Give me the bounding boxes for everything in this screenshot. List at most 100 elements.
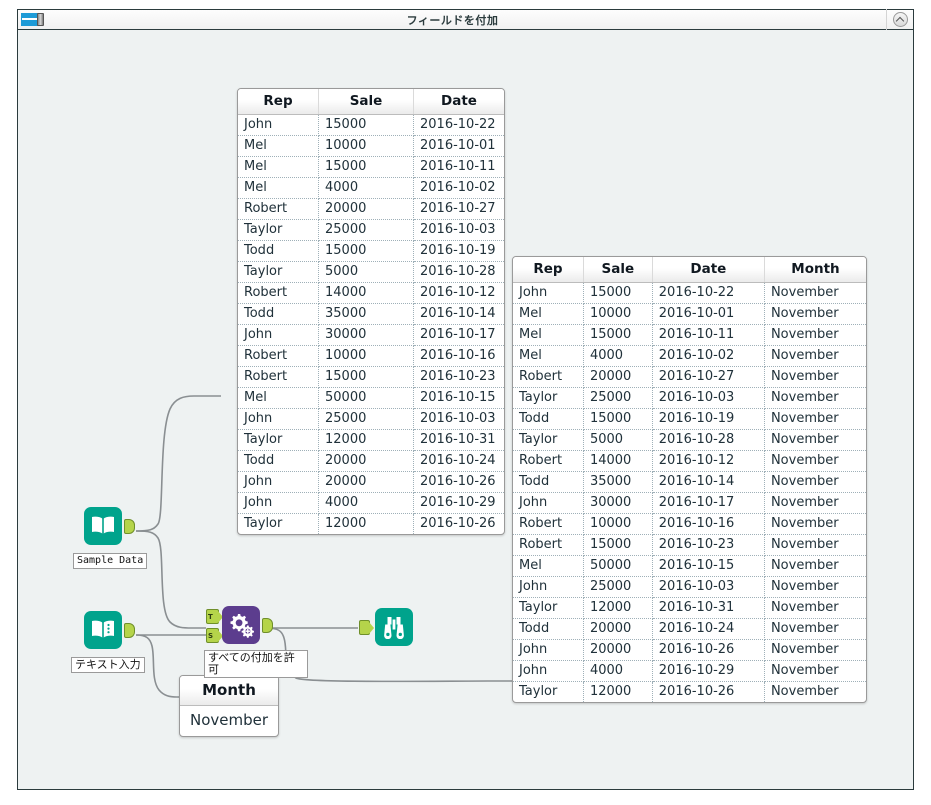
table-row[interactable]: Robert 10000 2016-10-16 November [513, 513, 866, 535]
column-header[interactable]: Rep [513, 257, 584, 283]
input-anchor-source[interactable]: S [206, 628, 223, 643]
table-row[interactable]: Mel 50000 2016-10-15 [238, 387, 504, 409]
table-cell: 25000 [318, 408, 414, 430]
table-cell: 25000 [318, 219, 414, 241]
table-cell: November [764, 534, 866, 556]
table-row[interactable]: John 4000 2016-10-29 [238, 492, 504, 514]
table-row[interactable]: Todd 20000 2016-10-24 November [513, 618, 866, 640]
table-row[interactable]: Taylor 25000 2016-10-03 [238, 219, 504, 241]
table-row[interactable]: Todd 20000 2016-10-24 [238, 450, 504, 472]
table-row[interactable]: John 25000 2016-10-03 November [513, 576, 866, 598]
table-row[interactable]: Robert 14000 2016-10-12 November [513, 450, 866, 472]
table-cell: November [764, 492, 866, 514]
table-row[interactable]: Todd 35000 2016-10-14 [238, 303, 504, 325]
table-cell: 20000 [583, 618, 653, 640]
table-cell: 12000 [318, 513, 414, 534]
output-anchor[interactable] [262, 618, 273, 633]
table-cell: November [764, 303, 866, 325]
output-table-body: John 15000 2016-10-22 November Mel 10000 2016-… [513, 282, 866, 702]
table-row[interactable]: Robert 14000 2016-10-12 [238, 282, 504, 304]
table-row[interactable]: Taylor 5000 2016-10-28 [238, 261, 504, 283]
source-data-table[interactable]: Rep Sale Date John 15000 2016-10-22 Mel 1000… [237, 88, 505, 535]
table-row[interactable]: November [180, 706, 278, 737]
table-row[interactable]: John 20000 2016-10-26 November [513, 639, 866, 661]
table-cell: 50000 [318, 387, 414, 409]
input-anchor[interactable] [359, 620, 374, 635]
column-header[interactable]: Sale [318, 89, 414, 115]
table-row[interactable]: John 20000 2016-10-26 [238, 471, 504, 493]
table-cell: 10000 [583, 303, 653, 325]
table-cell: 14000 [583, 450, 653, 472]
table-row[interactable]: Robert 15000 2016-10-23 November [513, 534, 866, 556]
open-book-icon[interactable] [84, 507, 122, 545]
column-header[interactable]: Rep [238, 89, 319, 115]
column-header[interactable]: Sale [583, 257, 653, 283]
table-row[interactable]: Taylor 5000 2016-10-28 November [513, 429, 866, 451]
table-cell: John [513, 639, 584, 661]
table-row[interactable]: Robert 15000 2016-10-23 [238, 366, 504, 388]
table-row[interactable]: John 15000 2016-10-22 November [513, 282, 866, 304]
table-cell: November [764, 597, 866, 619]
table-cell: November [764, 555, 866, 577]
column-header[interactable]: Month [180, 676, 278, 706]
table-row[interactable]: Taylor 12000 2016-10-26 [238, 513, 504, 534]
table-row[interactable]: John 30000 2016-10-17 [238, 324, 504, 346]
table-row[interactable]: John 30000 2016-10-17 November [513, 492, 866, 514]
output-data-table[interactable]: Rep Sale Date Month John 15000 2016-10-22 N… [512, 256, 867, 703]
table-cell: 2016-10-03 [413, 408, 504, 430]
table-row[interactable]: John 25000 2016-10-03 [238, 408, 504, 430]
table-row[interactable]: Mel 15000 2016-10-11 November [513, 324, 866, 346]
table-row[interactable]: Taylor 12000 2016-10-31 [238, 429, 504, 451]
workflow-canvas[interactable]: Rep Sale Date John 15000 2016-10-22 Mel 1000… [17, 30, 914, 790]
table-row[interactable]: John 15000 2016-10-22 [238, 114, 504, 136]
table-cell: 2016-10-22 [652, 282, 765, 304]
table-header-row: Rep Sale Date Month [513, 257, 866, 283]
table-cell: 2016-10-02 [413, 177, 504, 199]
binoculars-icon[interactable] [375, 608, 413, 646]
column-header[interactable]: Month [764, 257, 866, 283]
table-cell: 2016-10-31 [413, 429, 504, 451]
table-cell: Robert [513, 366, 584, 388]
table-header-row: Rep Sale Date [238, 89, 504, 115]
table-row[interactable]: Robert 20000 2016-10-27 November [513, 366, 866, 388]
table-row[interactable]: Mel 4000 2016-10-02 [238, 177, 504, 199]
table-cell: John [238, 492, 319, 514]
table-cell: 2016-10-23 [652, 534, 765, 556]
column-header[interactable]: Date [413, 89, 504, 115]
output-anchor[interactable] [124, 623, 135, 638]
table-cell: November [764, 576, 866, 598]
table-row[interactable]: Taylor 12000 2016-10-31 November [513, 597, 866, 619]
table-row[interactable]: John 4000 2016-10-29 November [513, 660, 866, 682]
table-row[interactable]: Todd 15000 2016-10-19 November [513, 408, 866, 430]
table-row[interactable]: Robert 10000 2016-10-16 [238, 345, 504, 367]
table-cell: 15000 [583, 282, 653, 304]
table-cell: November [764, 324, 866, 346]
table-cell: 2016-10-24 [413, 450, 504, 472]
table-row[interactable]: Todd 15000 2016-10-19 [238, 240, 504, 262]
table-row[interactable]: Todd 35000 2016-10-14 November [513, 471, 866, 493]
table-cell: Mel [238, 156, 319, 178]
input-anchor-target[interactable]: T [206, 609, 223, 624]
output-anchor[interactable] [124, 519, 135, 534]
table-row[interactable]: Taylor 12000 2016-10-26 November [513, 681, 866, 702]
table-row[interactable]: Taylor 25000 2016-10-03 November [513, 387, 866, 409]
table-cell: Taylor [513, 597, 584, 619]
table-row[interactable]: Mel 50000 2016-10-15 November [513, 555, 866, 577]
gears-icon[interactable] [222, 606, 260, 644]
table-cell: Mel [513, 303, 584, 325]
table-cell: 5000 [583, 429, 653, 451]
month-data-table[interactable]: Month November [179, 675, 279, 737]
table-row[interactable]: Mel 15000 2016-10-11 [238, 156, 504, 178]
table-cell: 2016-10-14 [652, 471, 765, 493]
table-cell: November [764, 639, 866, 661]
table-row[interactable]: Mel 10000 2016-10-01 November [513, 303, 866, 325]
table-row[interactable]: Mel 4000 2016-10-02 November [513, 345, 866, 367]
table-cell: Taylor [238, 219, 319, 241]
table-row[interactable]: Mel 10000 2016-10-01 [238, 135, 504, 157]
table-cell: 2016-10-12 [413, 282, 504, 304]
table-row[interactable]: Robert 20000 2016-10-27 [238, 198, 504, 220]
open-book-dots-icon[interactable] [84, 611, 122, 649]
column-header[interactable]: Date [652, 257, 765, 283]
table-cell: Mel [238, 135, 319, 157]
chevron-up-circle-icon[interactable] [886, 9, 913, 30]
